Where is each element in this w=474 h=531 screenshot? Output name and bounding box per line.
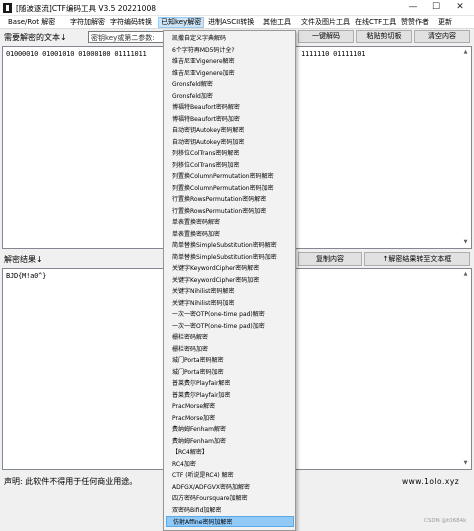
key-input[interactable]: 密钥key或第二参数: bbox=[88, 31, 164, 43]
menu-base-ascii[interactable]: 进制ASCII转换 bbox=[206, 17, 256, 28]
dropdown-item[interactable]: 栅栏密码加密 bbox=[172, 344, 208, 355]
dropdown-item[interactable]: 一次一密OTP(one-time pad)加密 bbox=[172, 321, 265, 332]
dropdown-item[interactable]: Gronsfeld解密 bbox=[172, 79, 213, 90]
window-title: [随波逐流]CTF编码工具 V3.5 20221008 bbox=[16, 4, 156, 13]
dropdown-item[interactable]: 关键字Nihilist密码解密 bbox=[172, 286, 234, 297]
clear-button[interactable]: 清空内容 bbox=[414, 30, 470, 43]
title-bar: [随波逐流]CTF编码工具 V3.5 20221008 — ☐ ✕ bbox=[0, 0, 474, 16]
dropdown-item[interactable]: 四方密码Foursquare加解密 bbox=[172, 493, 248, 504]
dropdown-item[interactable]: 简单替换SimpleSubstitution密码加密 bbox=[172, 252, 277, 263]
dropdown-item[interactable]: 普莱费尔Playfair加密 bbox=[172, 390, 230, 401]
dropdown-item[interactable]: 栅栏密码解密 bbox=[172, 332, 208, 343]
dropdown-item[interactable]: 关键字Nihilist密码加密 bbox=[172, 298, 234, 309]
scroll-down-icon[interactable]: ▼ bbox=[461, 459, 470, 468]
input-label: 需要解密的文本↓ bbox=[4, 33, 67, 42]
menu-file-image-tools[interactable]: 文件及图片工具 bbox=[299, 17, 352, 28]
menu-other-tools[interactable]: 其他工具 bbox=[261, 17, 293, 28]
dropdown-item[interactable]: 维吉尼亚Vigenere解密 bbox=[172, 56, 235, 67]
menu-known-key[interactable]: 已知key解密 bbox=[158, 17, 205, 28]
dropdown-item[interactable]: 城门Porta密码解密 bbox=[172, 355, 224, 366]
site-url[interactable]: www.1olo.xyz bbox=[402, 477, 459, 486]
disclaimer-text: 声明: 此软件不得用于任何商业用途。 bbox=[4, 477, 138, 486]
input-text-tail: 1111110 01111101 bbox=[301, 50, 366, 58]
dropdown-item[interactable]: 列移位ColTrans密码解密 bbox=[172, 148, 239, 159]
dropdown-item[interactable]: 博福特Beaufort密码解密 bbox=[172, 102, 240, 113]
dropdown-item[interactable]: 费纳姆Fenham加密 bbox=[172, 436, 226, 447]
dropdown-item[interactable]: 简单替换SimpleSubstitution密码解密 bbox=[172, 240, 277, 251]
close-icon[interactable]: ✕ bbox=[450, 1, 470, 14]
dropdown-item[interactable]: 关键字KeywordCipher密码加密 bbox=[172, 275, 259, 286]
dropdown-item[interactable]: 城门Porta密码加密 bbox=[172, 367, 224, 378]
dropdown-item[interactable]: 双密码Bifid加解密 bbox=[172, 505, 221, 516]
dropdown-item[interactable]: PracMorse解密 bbox=[172, 401, 215, 412]
dropdown-item[interactable]: 行置换RowsPermutation密码加密 bbox=[172, 206, 266, 217]
dropdown-item[interactable]: 列置换ColumnPermutation密码解密 bbox=[172, 171, 274, 182]
dropdown-item[interactable]: 列置换ColumnPermutation密码加密 bbox=[172, 183, 274, 194]
menu-online-ctf[interactable]: 在线CTF工具 bbox=[353, 17, 398, 28]
dropdown-item[interactable]: 仿射Affine密码加解密 bbox=[166, 516, 294, 527]
dropdown-item[interactable]: 费纳姆Fenham解密 bbox=[172, 424, 226, 435]
watermark: CSDN @t0684k bbox=[424, 518, 467, 524]
menu-char-encoding[interactable]: 字符编码转换 bbox=[108, 17, 154, 28]
maximize-icon[interactable]: ☐ bbox=[426, 1, 446, 14]
dropdown-item[interactable]: 6个字符再MD5码计全? bbox=[172, 45, 235, 56]
menu-bar: Base/Rot 解密 字符加解密 字符编码转换 已知key解密 进制ASCII… bbox=[0, 16, 474, 29]
dropdown-item[interactable]: 一次一密OTP(one-time pad)解密 bbox=[172, 309, 265, 320]
dropdown-item[interactable]: CTF (听说是RC4) 解密 bbox=[172, 470, 234, 481]
result-label: 解密结果↓ bbox=[4, 255, 43, 264]
paste-button[interactable]: 粘贴剪切板 bbox=[356, 30, 412, 43]
dropdown-item[interactable]: 博福特Beaufort密码加密 bbox=[172, 114, 240, 125]
known-key-dropdown-menu: 凯撒自定义字典解码 6个字符再MD5码计全? 维吉尼亚Vigenere解密 维吉尼亚V… bbox=[163, 30, 296, 531]
dropdown-item[interactable]: 关键字KeywordCipher密码解密 bbox=[172, 263, 259, 274]
menu-base-rot[interactable]: Base/Rot 解密 bbox=[6, 17, 57, 28]
scroll-up-icon[interactable]: ▲ bbox=[461, 48, 470, 57]
dropdown-item[interactable]: 自动密钥Autokey密码解密 bbox=[172, 125, 244, 136]
scroll-up-icon[interactable]: ▲ bbox=[461, 270, 470, 279]
result-text: BJD{M!a0^} bbox=[6, 272, 47, 280]
dropdown-item[interactable]: 【RC4解密】 bbox=[172, 447, 208, 458]
copy-button[interactable]: 复制内容 bbox=[298, 252, 362, 266]
menu-support-author[interactable]: 赞赞作者 bbox=[399, 17, 431, 28]
dropdown-item[interactable]: RC4加密 bbox=[172, 459, 196, 470]
dropdown-item[interactable]: 维吉尼亚Vigenere加密 bbox=[172, 68, 235, 79]
decode-button[interactable]: 一键解码 bbox=[298, 30, 354, 43]
dropdown-item[interactable]: 自动密钥Autokey密码加密 bbox=[172, 137, 244, 148]
dropdown-item[interactable]: PracMorse加密 bbox=[172, 413, 215, 424]
dropdown-item[interactable]: ADFGX/ADFGVX密码加解密 bbox=[172, 482, 250, 493]
dropdown-item[interactable]: Gronsfeld加密 bbox=[172, 91, 213, 102]
dropdown-item[interactable]: 凯撒自定义字典解码 bbox=[172, 33, 226, 44]
dropdown-item[interactable]: 行置换RowsPermutation密码解密 bbox=[172, 194, 266, 205]
input-text: 01000010 01001010 01000100 01111011 bbox=[6, 50, 147, 58]
scroll-down-icon[interactable]: ▼ bbox=[461, 238, 470, 247]
app-logo-icon bbox=[3, 3, 12, 13]
dropdown-item[interactable]: 单表置换密码解密 bbox=[172, 217, 220, 228]
dropdown-item[interactable]: 单表置换密码加密 bbox=[172, 229, 220, 240]
dropdown-item[interactable]: 列移位ColTrans密码加密 bbox=[172, 160, 239, 171]
move-to-textbox-button[interactable]: ↑解密结果转至文本框 bbox=[364, 252, 470, 266]
minimize-icon[interactable]: — bbox=[403, 1, 423, 14]
dropdown-item[interactable]: 普莱费尔Playfair解密 bbox=[172, 378, 230, 389]
menu-update[interactable]: 更新 bbox=[436, 17, 454, 28]
menu-char-crypto[interactable]: 字符加解密 bbox=[68, 17, 107, 28]
